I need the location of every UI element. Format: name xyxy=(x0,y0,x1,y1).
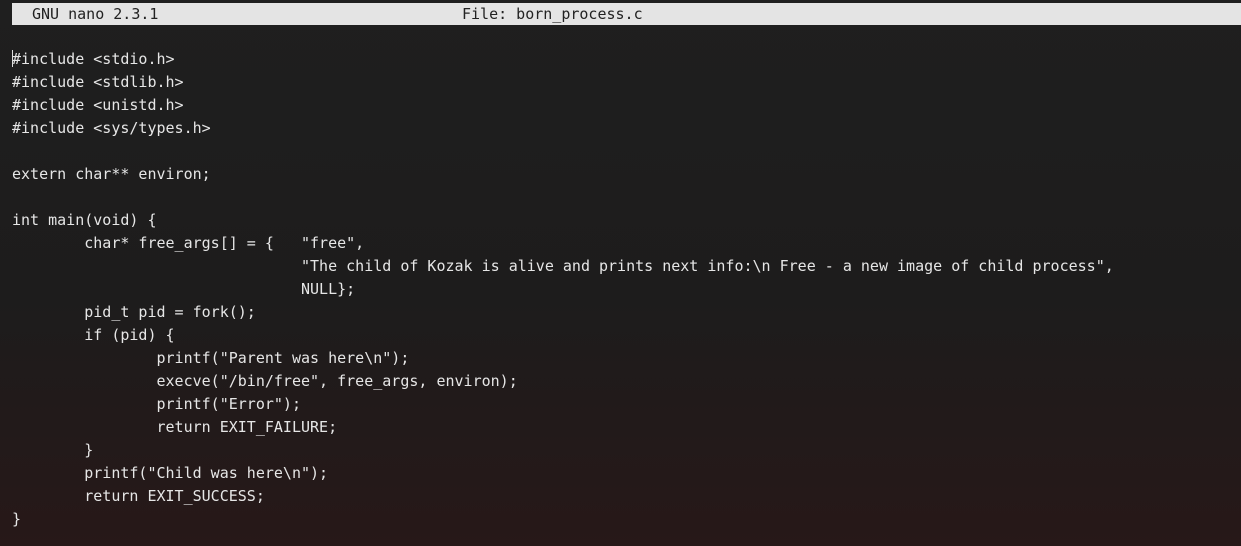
code-line[interactable]: } xyxy=(12,508,1241,531)
code-line[interactable]: return EXIT_SUCCESS; xyxy=(12,485,1241,508)
code-line[interactable]: #include <stdlib.h> xyxy=(12,71,1241,94)
code-line[interactable]: #include <stdio.h> xyxy=(12,48,1241,71)
code-line[interactable]: "The child of Kozak is alive and prints … xyxy=(12,255,1241,278)
code-line[interactable]: return EXIT_FAILURE; xyxy=(12,416,1241,439)
app-name-label: GNU nano 2.3.1 xyxy=(32,5,159,23)
file-name-label: File: born_process.c xyxy=(462,5,643,23)
code-line[interactable]: if (pid) { xyxy=(12,324,1241,347)
code-line[interactable]: #include <sys/types.h> xyxy=(12,117,1241,140)
code-line[interactable]: } xyxy=(12,439,1241,462)
code-line[interactable]: #include <unistd.h> xyxy=(12,94,1241,117)
editor-text-area[interactable]: #include <stdio.h> #include <stdlib.h> #… xyxy=(12,48,1241,543)
nano-title-bar: GNU nano 2.3.1 File: born_process.c xyxy=(12,3,1241,25)
code-line[interactable] xyxy=(12,140,1241,163)
code-line[interactable]: int main(void) { xyxy=(12,209,1241,232)
code-line[interactable] xyxy=(12,186,1241,209)
code-line[interactable]: execve("/bin/free", free_args, environ); xyxy=(12,370,1241,393)
code-line[interactable]: pid_t pid = fork(); xyxy=(12,301,1241,324)
text-cursor xyxy=(12,50,13,67)
code-line[interactable]: char* free_args[] = { "free", xyxy=(12,232,1241,255)
code-line[interactable]: printf("Parent was here\n"); xyxy=(12,347,1241,370)
code-line[interactable]: printf("Error"); xyxy=(12,393,1241,416)
code-line[interactable]: printf("Child was here\n"); xyxy=(12,462,1241,485)
code-line[interactable]: extern char** environ; xyxy=(12,163,1241,186)
code-line-text: #include <stdio.h> xyxy=(12,50,175,68)
code-line[interactable]: NULL}; xyxy=(12,278,1241,301)
